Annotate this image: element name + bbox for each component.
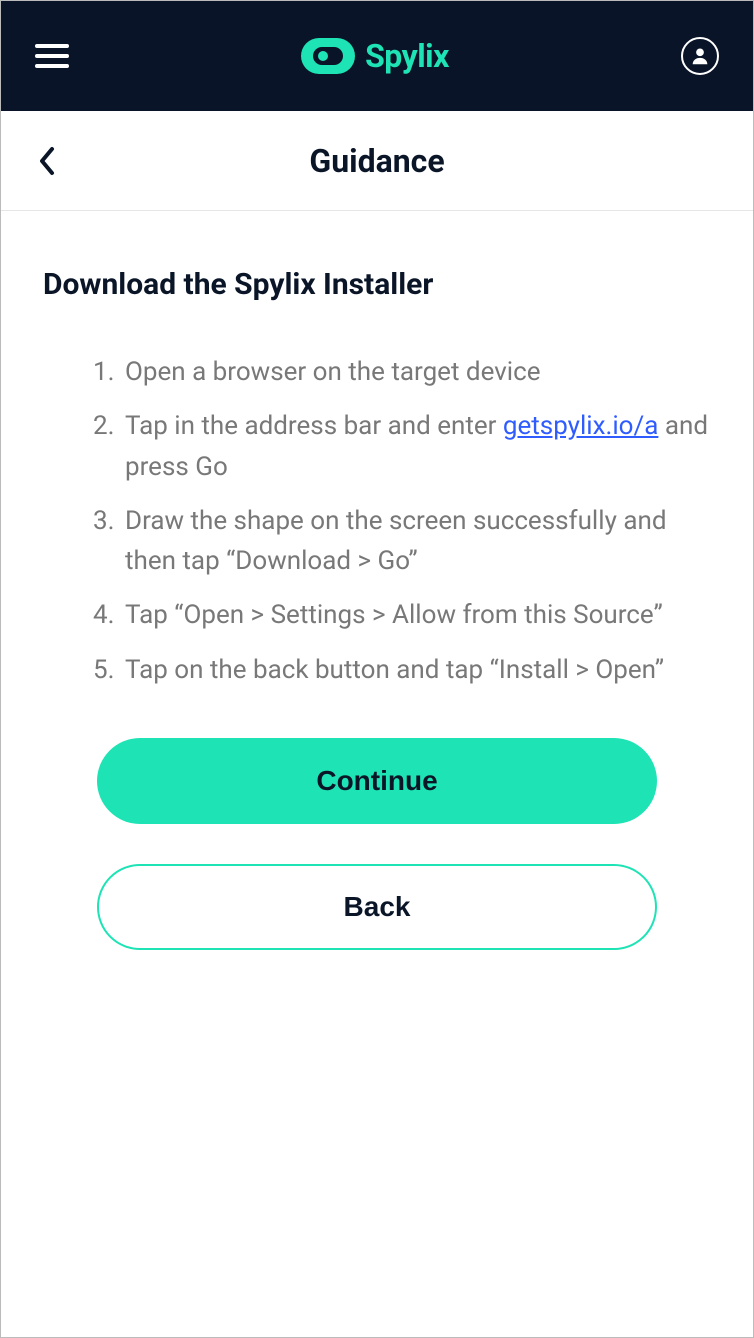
continue-button[interactable]: Continue bbox=[97, 738, 657, 824]
brand-name: Spylix bbox=[365, 37, 449, 75]
top-bar: Spylix bbox=[1, 1, 753, 111]
step-text-prefix: Tap in the address bar and enter bbox=[125, 411, 503, 441]
brand-logo-icon bbox=[301, 38, 355, 74]
list-item: Open a browser on the target device bbox=[93, 352, 711, 392]
step-text: Tap “Open > Settings > Allow from this S… bbox=[125, 600, 663, 630]
profile-icon[interactable] bbox=[681, 37, 719, 75]
title-bar: Guidance bbox=[1, 111, 753, 211]
content-area: Download the Spylix Installer Open a bro… bbox=[1, 211, 753, 1337]
back-arrow-icon[interactable] bbox=[35, 144, 59, 178]
step-text: Draw the shape on the screen successfull… bbox=[125, 506, 666, 576]
install-url-link[interactable]: getspylix.io/a bbox=[503, 411, 659, 441]
section-heading: Download the Spylix Installer bbox=[43, 267, 711, 302]
steps-list: Open a browser on the target device Tap … bbox=[43, 352, 711, 690]
step-text: Tap on the back button and tap “Install … bbox=[125, 655, 664, 685]
brand-logo[interactable]: Spylix bbox=[301, 37, 449, 75]
list-item: Tap in the address bar and enter getspyl… bbox=[93, 406, 711, 487]
button-group: Continue Back bbox=[43, 738, 711, 950]
list-item: Tap on the back button and tap “Install … bbox=[93, 650, 711, 690]
step-text: Open a browser on the target device bbox=[125, 357, 541, 387]
menu-icon[interactable] bbox=[35, 44, 69, 68]
page-title: Guidance bbox=[1, 142, 753, 180]
back-button[interactable]: Back bbox=[97, 864, 657, 950]
list-item: Tap “Open > Settings > Allow from this S… bbox=[93, 595, 711, 635]
list-item: Draw the shape on the screen successfull… bbox=[93, 501, 711, 582]
